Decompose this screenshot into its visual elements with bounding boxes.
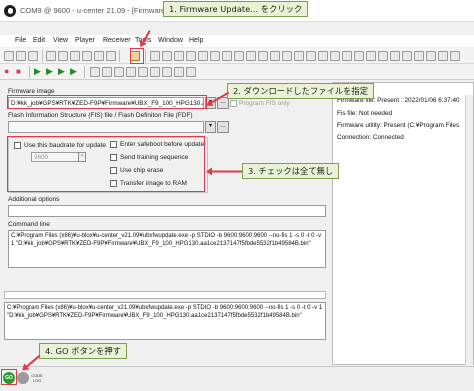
toolbar-button[interactable] [90, 67, 100, 77]
toolbar-button[interactable] [222, 51, 232, 61]
annotation-step-2: 2. ダウンロードしたファイルを指定 [227, 83, 375, 99]
toolbar-button[interactable] [186, 51, 196, 61]
menu-file[interactable]: File [15, 37, 26, 44]
toolbar-button[interactable] [150, 67, 160, 77]
toolbar-button[interactable] [414, 51, 424, 61]
toolbar-button[interactable] [318, 51, 328, 61]
toolbar-button[interactable] [390, 51, 400, 61]
toolbar-button[interactable] [186, 67, 196, 77]
toolbar-button[interactable] [426, 51, 436, 61]
menu-edit[interactable]: Edit [33, 37, 45, 44]
app-icon [4, 5, 16, 17]
step-icon[interactable]: ▶ [58, 67, 68, 77]
progress-bar [4, 291, 326, 299]
toolbar-button[interactable] [102, 67, 112, 77]
code-log-label: CODE LOG [31, 373, 43, 383]
toolbar-button[interactable] [138, 67, 148, 77]
toolbar-button[interactable] [234, 51, 244, 61]
annotation-step-4: 4. GO ボタンを押す [39, 343, 127, 359]
cut-icon[interactable] [70, 51, 80, 61]
menu-window[interactable]: Window [158, 37, 183, 44]
toolbar-separator [42, 50, 43, 62]
toolbar-button[interactable] [150, 51, 160, 61]
play-icon[interactable]: ▶ [34, 67, 44, 77]
toolbar-button[interactable] [114, 67, 124, 77]
toolbar-button[interactable] [330, 51, 340, 61]
toolbar-button[interactable] [162, 67, 172, 77]
record-icon[interactable]: ● [4, 67, 14, 77]
stop-icon[interactable]: ■ [16, 67, 26, 77]
firmware-image-label: Firmware image [8, 88, 55, 95]
fast-forward-icon[interactable]: ▶ [46, 67, 56, 77]
fis-file-label: Flash Information Structure (FIS) file /… [8, 112, 193, 119]
annotation-step-3: 3. チェックは全て無し [242, 163, 340, 179]
toolbar-separator [84, 66, 85, 78]
program-fis-only-label: Program FIS only [239, 100, 290, 107]
highlight-options-group [7, 136, 205, 192]
toolbar-button[interactable] [270, 51, 280, 61]
main-toolbar [0, 48, 474, 64]
toolbar-button[interactable] [342, 51, 352, 61]
toolbar-button[interactable] [162, 51, 172, 61]
toolbar-separator [119, 50, 120, 62]
toolbar-button[interactable] [294, 51, 304, 61]
command-line-field[interactable]: C:¥Program Files (x86)¥u-blox¥u-center_v… [8, 230, 326, 268]
additional-options-field[interactable] [8, 205, 326, 217]
menu-receiver[interactable]: Receiver [103, 37, 131, 44]
toolbar-separator [145, 50, 146, 62]
program-fis-only-checkbox[interactable] [230, 100, 237, 107]
end-icon[interactable]: ▶ [70, 67, 80, 77]
annotation-step-1: 1. Firmware Update... をクリック [163, 1, 309, 17]
toolbar-button[interactable] [402, 51, 412, 61]
toolbar-button[interactable] [174, 51, 184, 61]
toolbar-button[interactable] [126, 67, 136, 77]
print-icon[interactable] [46, 51, 56, 61]
connection-status: Connection: Connected [337, 134, 404, 141]
menu-view[interactable]: View [53, 37, 68, 44]
menu-bar: File Edit View Player Receiver Tools Win… [0, 35, 474, 47]
toolbar-button[interactable] [246, 51, 256, 61]
menu-help[interactable]: Help [189, 37, 203, 44]
undo-icon[interactable] [106, 51, 116, 61]
player-toolbar: ● ■ ▶ ▶ ▶ ▶ [0, 64, 474, 80]
paste-icon[interactable] [82, 51, 92, 61]
toolbar-button[interactable] [366, 51, 376, 61]
command-line-label: Command line [8, 221, 50, 228]
info-scrollbar[interactable] [465, 95, 473, 365]
annotation-arrow-3 [207, 171, 242, 173]
new-icon[interactable] [4, 51, 14, 61]
status-bar: GO CODE LOG [0, 366, 474, 391]
toolbar-button[interactable] [450, 51, 460, 61]
find-icon[interactable] [94, 51, 104, 61]
save-icon[interactable] [28, 51, 38, 61]
info-panel: Firmware file: Present : 2022/01/06 6:37… [332, 82, 474, 365]
toolbar-button[interactable] [354, 51, 364, 61]
highlight-firmware-update-button [130, 48, 144, 64]
abort-button[interactable] [17, 372, 29, 384]
highlight-go-button [1, 369, 17, 385]
toolbar-separator [29, 66, 30, 78]
fis-file-field[interactable] [8, 121, 204, 133]
toolbar-button[interactable] [438, 51, 448, 61]
toolbar-button[interactable] [258, 51, 268, 61]
toolbar-button[interactable] [306, 51, 316, 61]
fis-file-browse-button[interactable]: ... [217, 121, 229, 133]
log-output: C:¥Program Files (x86)¥u-blox¥u-center_v… [4, 302, 326, 340]
toolbar-button[interactable] [378, 51, 388, 61]
copy-icon[interactable] [58, 51, 68, 61]
open-icon[interactable] [16, 51, 26, 61]
toolbar-button[interactable] [174, 67, 184, 77]
utility-status: Firmware utility: Present (C:¥Program Fi… [337, 122, 460, 129]
fis-file-status: Fis file: Not needed [337, 110, 393, 117]
toolbar-button[interactable] [282, 51, 292, 61]
menu-player[interactable]: Player [75, 37, 95, 44]
highlight-firmware-image [7, 95, 207, 109]
toolbar-button[interactable] [210, 51, 220, 61]
additional-options-label: Additional options [8, 196, 60, 203]
toolbar-button[interactable] [198, 51, 208, 61]
fis-file-dropdown[interactable]: ▾ [205, 121, 216, 133]
